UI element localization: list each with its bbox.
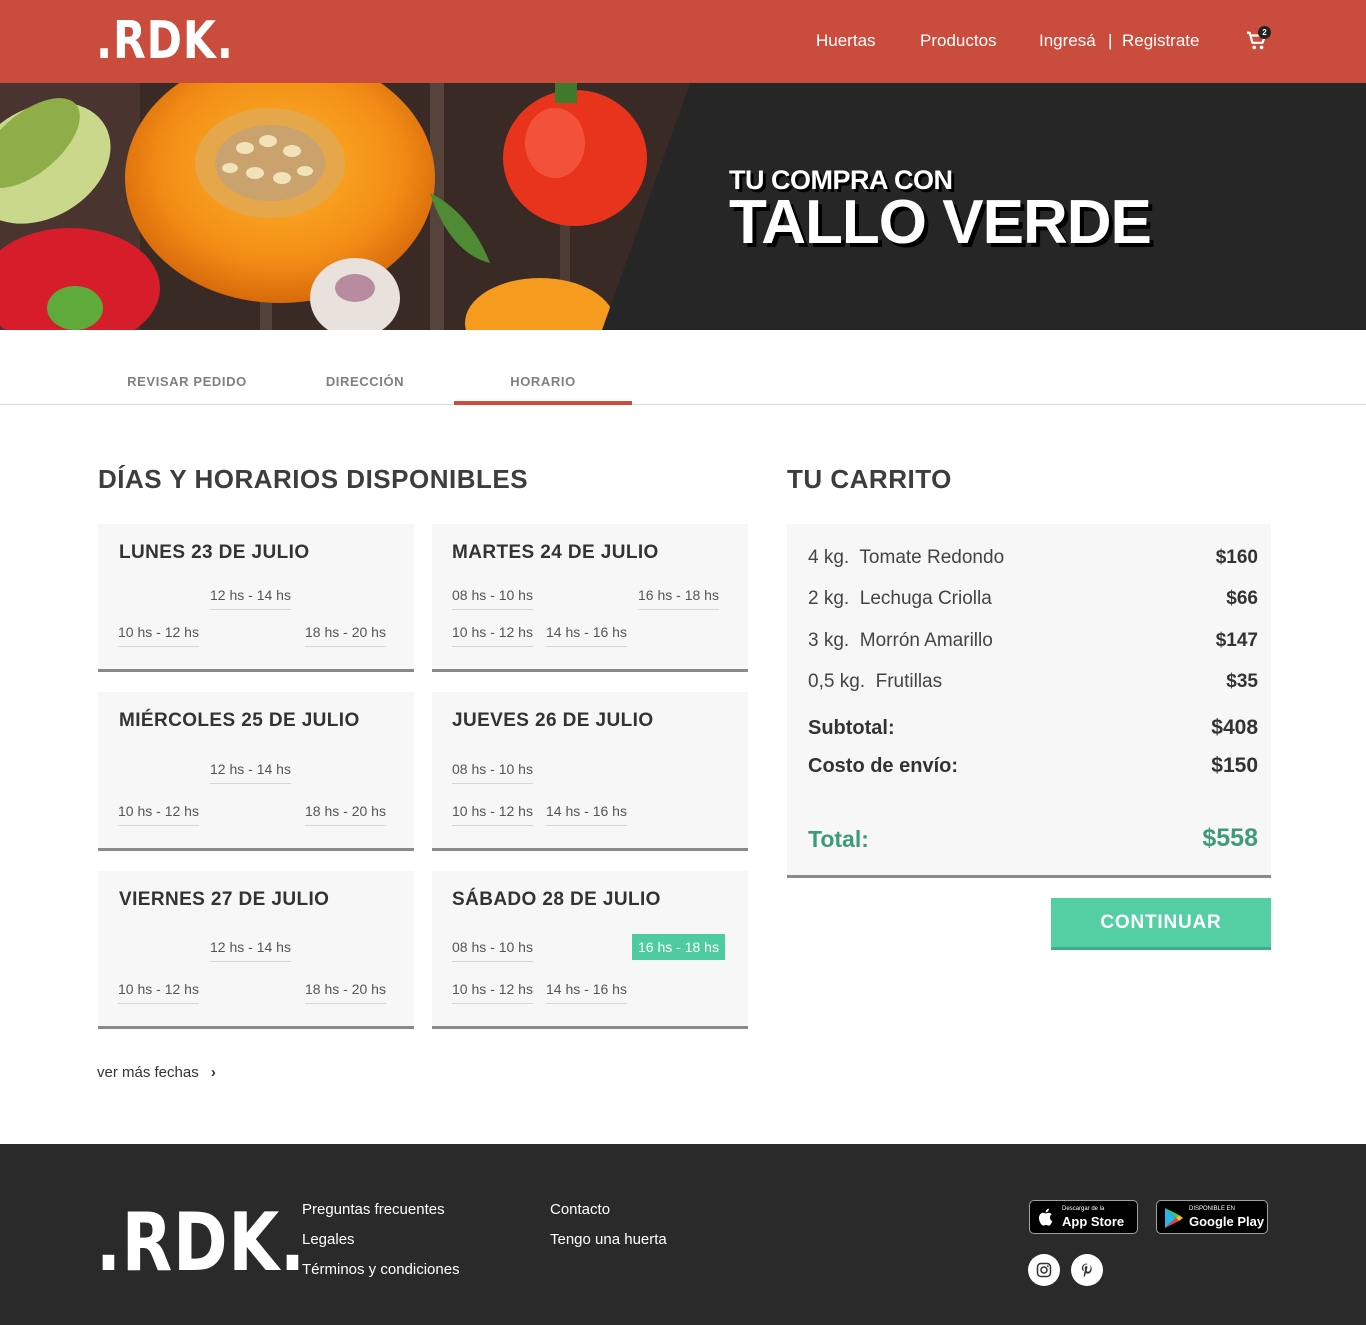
active-tab-indicator xyxy=(454,401,632,405)
time-slot[interactable]: 08 hs - 10 hs xyxy=(452,587,533,610)
cart-item: 4 kg. Tomate Redondo xyxy=(808,547,1004,569)
time-slot[interactable]: 10 hs - 12 hs xyxy=(452,803,533,826)
tab-revisar-pedido[interactable]: REVISAR PEDIDO xyxy=(98,374,276,389)
google-play-small: DISPONIBLE EN xyxy=(1189,1206,1236,1212)
time-slot[interactable]: 10 hs - 12 hs xyxy=(452,981,533,1004)
time-slot[interactable]: 16 hs - 18 hs xyxy=(638,587,719,610)
footer-link-huerta[interactable]: Tengo una huerta xyxy=(550,1231,667,1248)
time-slot[interactable]: 18 hs - 20 hs xyxy=(305,981,386,1004)
footer-link-contacto[interactable]: Contacto xyxy=(550,1201,610,1218)
cart-item: 0,5 kg. Frutillas xyxy=(808,671,942,693)
day-title: MARTES 24 DE JULIO xyxy=(452,542,659,563)
time-slot[interactable]: 10 hs - 12 hs xyxy=(118,981,199,1004)
cart-item-name: Frutillas xyxy=(875,671,943,692)
day-card-sabado: SÁBADO 28 DE JULIO 08 hs - 10 hs 16 hs -… xyxy=(432,871,748,1029)
time-slot[interactable]: 18 hs - 20 hs xyxy=(305,624,386,647)
time-slot[interactable]: 14 hs - 16 hs xyxy=(546,803,627,826)
hero-banner: TU COMPRA CON TALLO VERDE xyxy=(0,83,1366,330)
cart-item-name: Lechuga Criolla xyxy=(859,588,992,609)
footer-link-legales[interactable]: Legales xyxy=(302,1231,355,1248)
time-slot[interactable]: 12 hs - 14 hs xyxy=(210,761,291,784)
day-title: SÁBADO 28 DE JULIO xyxy=(452,889,661,910)
cart-item-qty: 0,5 kg. xyxy=(808,671,866,692)
instagram-button[interactable] xyxy=(1028,1254,1060,1286)
day-title: LUNES 23 DE JULIO xyxy=(119,542,310,563)
pinterest-button[interactable] xyxy=(1071,1254,1103,1286)
nav-huertas[interactable]: Huertas xyxy=(816,31,876,51)
google-play-badge[interactable]: DISPONIBLE EN Google Play xyxy=(1156,1200,1268,1234)
day-title: VIERNES 27 DE JULIO xyxy=(119,889,330,910)
google-play-label: Google Play xyxy=(1189,1214,1265,1229)
cart-item-price: $66 xyxy=(1226,588,1258,609)
shipping-value: $150 xyxy=(1211,754,1258,777)
nav-separator: | xyxy=(1108,31,1113,50)
cart-count-badge: 2 xyxy=(1258,26,1271,39)
time-slot[interactable]: 10 hs - 12 hs xyxy=(118,803,199,826)
chevron-right-icon: › xyxy=(210,1064,216,1081)
cart-item-name: Morrón Amarillo xyxy=(859,630,993,651)
schedule-title: DÍAS Y HORARIOS DISPONIBLES xyxy=(98,464,529,494)
apple-icon xyxy=(1038,1208,1053,1226)
total-label: Total: xyxy=(808,826,869,852)
time-slot[interactable]: 10 hs - 12 hs xyxy=(118,624,199,647)
more-dates-link[interactable]: ver más fechas › xyxy=(97,1064,216,1081)
total-value: $558 xyxy=(1202,824,1258,852)
day-title: JUEVES 26 DE JULIO xyxy=(452,710,654,731)
cart-item-price: $147 xyxy=(1215,630,1258,651)
app-store-badge[interactable]: Descargar de la App Store xyxy=(1029,1200,1138,1234)
site-logo[interactable]: .RDK. xyxy=(96,12,234,70)
time-slot-selected[interactable]: 16 hs - 18 hs xyxy=(632,934,725,960)
time-slot[interactable]: 08 hs - 10 hs xyxy=(452,939,533,962)
checkout-steps: REVISAR PEDIDO DIRECCIÓN HORARIO xyxy=(0,330,1366,405)
cart-item: 2 kg. Lechuga Criolla xyxy=(808,588,992,610)
time-slot[interactable]: 08 hs - 10 hs xyxy=(452,761,533,784)
cart-item-price: $35 xyxy=(1226,671,1258,692)
continue-button[interactable]: CONTINUAR xyxy=(1051,898,1271,950)
tab-horario[interactable]: HORARIO xyxy=(454,374,632,389)
google-play-icon xyxy=(1165,1208,1183,1228)
cart-item-qty: 2 kg. xyxy=(808,588,850,609)
cart-item-price: $160 xyxy=(1215,547,1258,568)
day-card-miercoles: MIÉRCOLES 25 DE JULIO 12 hs - 14 hs 10 h… xyxy=(98,692,414,851)
time-slot[interactable]: 14 hs - 16 hs xyxy=(546,624,627,647)
time-slot[interactable]: 10 hs - 12 hs xyxy=(452,624,533,647)
time-slot[interactable]: 12 hs - 14 hs xyxy=(210,939,291,962)
time-slot[interactable]: 12 hs - 14 hs xyxy=(210,587,291,610)
vegetables-hero-image xyxy=(0,83,690,330)
footer-link-terminos[interactable]: Términos y condiciones xyxy=(302,1261,460,1278)
shipping-label: Costo de envío: xyxy=(808,755,959,777)
day-card-martes: MARTES 24 DE JULIO 08 hs - 10 hs 16 hs -… xyxy=(432,524,748,672)
instagram-icon xyxy=(1036,1262,1052,1278)
cart-summary: 4 kg. Tomate Redondo $160 2 kg. Lechuga … xyxy=(787,524,1271,878)
footer-link-faq[interactable]: Preguntas frecuentes xyxy=(302,1201,445,1218)
day-card-viernes: VIERNES 27 DE JULIO 12 hs - 14 hs 10 hs … xyxy=(98,871,414,1029)
day-title: MIÉRCOLES 25 DE JULIO xyxy=(119,710,360,731)
cart-item: 3 kg. Morrón Amarillo xyxy=(808,630,993,652)
tab-direccion[interactable]: DIRECCIÓN xyxy=(276,374,454,389)
more-dates-label: ver más fechas xyxy=(97,1064,199,1081)
nav-ingresa[interactable]: Ingresá xyxy=(1039,31,1096,51)
cart-title: TU CARRITO xyxy=(787,464,952,494)
nav-registrate[interactable]: Registrate xyxy=(1122,31,1199,51)
site-footer: .RDK. Preguntas frecuentes Legales Térmi… xyxy=(0,1144,1366,1325)
day-card-lunes: LUNES 23 DE JULIO 12 hs - 14 hs 10 hs - … xyxy=(98,524,414,672)
day-card-jueves: JUEVES 26 DE JULIO 08 hs - 10 hs 10 hs -… xyxy=(432,692,748,851)
cart-item-qty: 3 kg. xyxy=(808,630,850,651)
nav-productos[interactable]: Productos xyxy=(920,31,997,51)
subtotal-label: Subtotal: xyxy=(808,717,895,739)
app-store-small: Descargar de la xyxy=(1062,1206,1105,1212)
cart-item-name: Tomate Redondo xyxy=(859,547,1005,568)
app-store-label: App Store xyxy=(1062,1214,1125,1229)
site-header: .RDK. Huertas Productos Ingresá | Regist… xyxy=(0,0,1366,83)
time-slot[interactable]: 14 hs - 16 hs xyxy=(546,981,627,1004)
pinterest-icon xyxy=(1081,1263,1092,1278)
subtotal-value: $408 xyxy=(1211,716,1258,739)
time-slot[interactable]: 18 hs - 20 hs xyxy=(305,803,386,826)
footer-logo[interactable]: .RDK. xyxy=(96,1198,306,1288)
cart-item-qty: 4 kg. xyxy=(808,547,850,568)
hero-title: TALLO VERDE xyxy=(729,188,1152,257)
